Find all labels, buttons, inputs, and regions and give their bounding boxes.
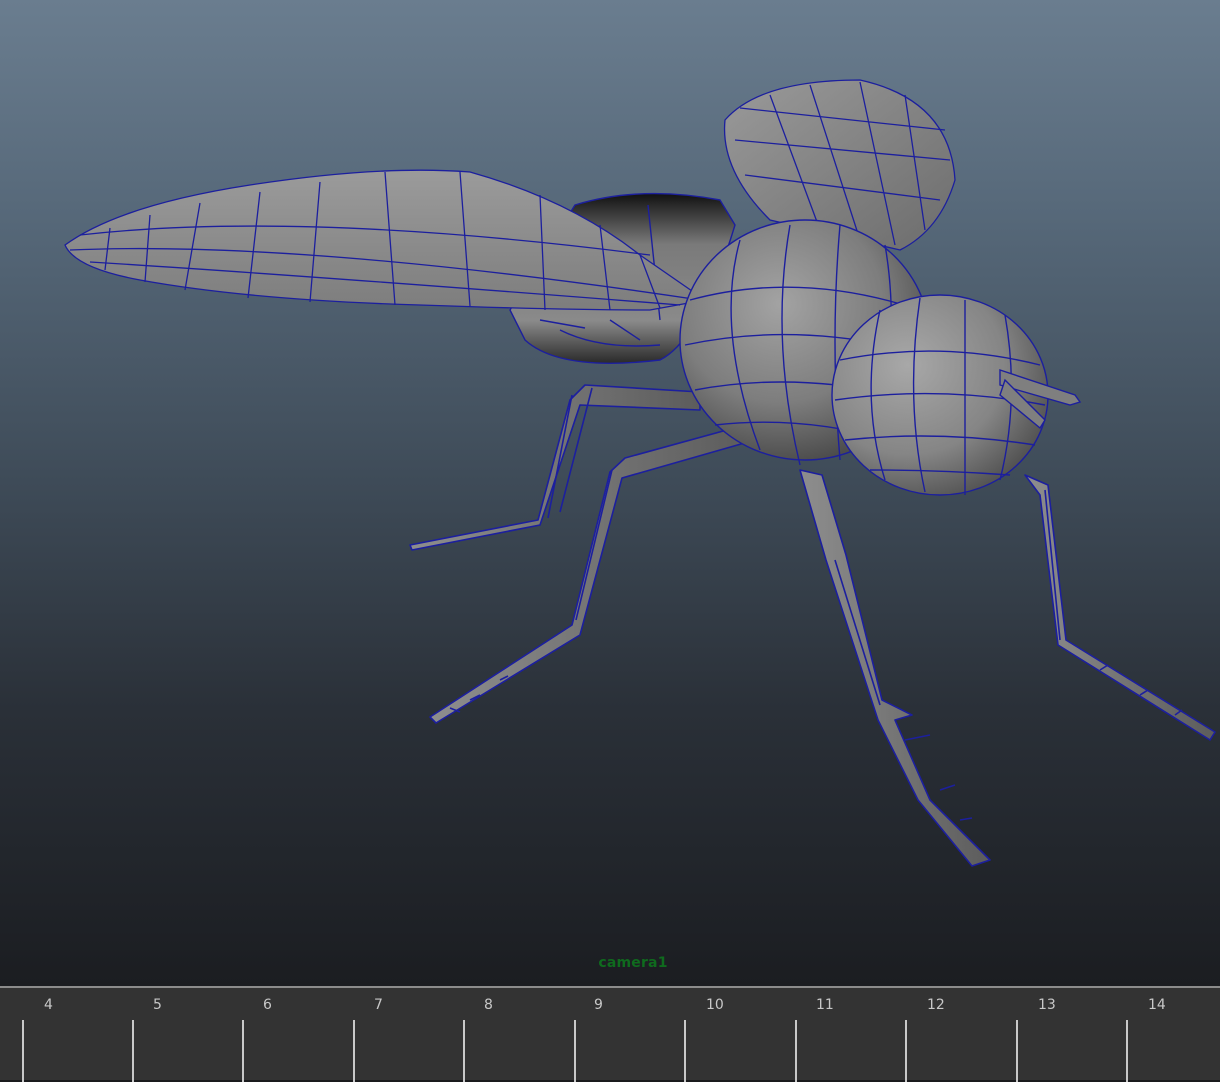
frame-tick [242, 1020, 244, 1082]
frame-number: 5 [153, 997, 162, 1013]
frame-tick [574, 1020, 576, 1082]
frame-tick [905, 1020, 907, 1082]
fly-model[interactable] [0, 0, 1220, 986]
frame-number: 8 [484, 997, 493, 1013]
frame-tick [1126, 1020, 1128, 1082]
frame-tick [353, 1020, 355, 1082]
frame-tick [132, 1020, 134, 1082]
frame-tick [1016, 1020, 1018, 1082]
frame-number: 14 [1148, 997, 1166, 1013]
frame-number: 9 [594, 997, 603, 1013]
frame-tick [22, 1020, 24, 1082]
viewport-panel[interactable] [0, 0, 1220, 986]
frame-number: 11 [816, 997, 834, 1013]
frame-number: 7 [374, 997, 383, 1013]
frame-number: 4 [44, 997, 53, 1013]
frame-tick [684, 1020, 686, 1082]
frame-tick [463, 1020, 465, 1082]
frame-number: 6 [263, 997, 272, 1013]
camera-name-label: camera1 [598, 955, 668, 971]
frame-number: 10 [706, 997, 724, 1013]
frame-tick [795, 1020, 797, 1082]
frame-number: 13 [1038, 997, 1056, 1013]
frame-number: 12 [927, 997, 945, 1013]
time-slider[interactable]: 4 5 6 7 8 9 10 11 12 13 14 [0, 986, 1220, 1082]
